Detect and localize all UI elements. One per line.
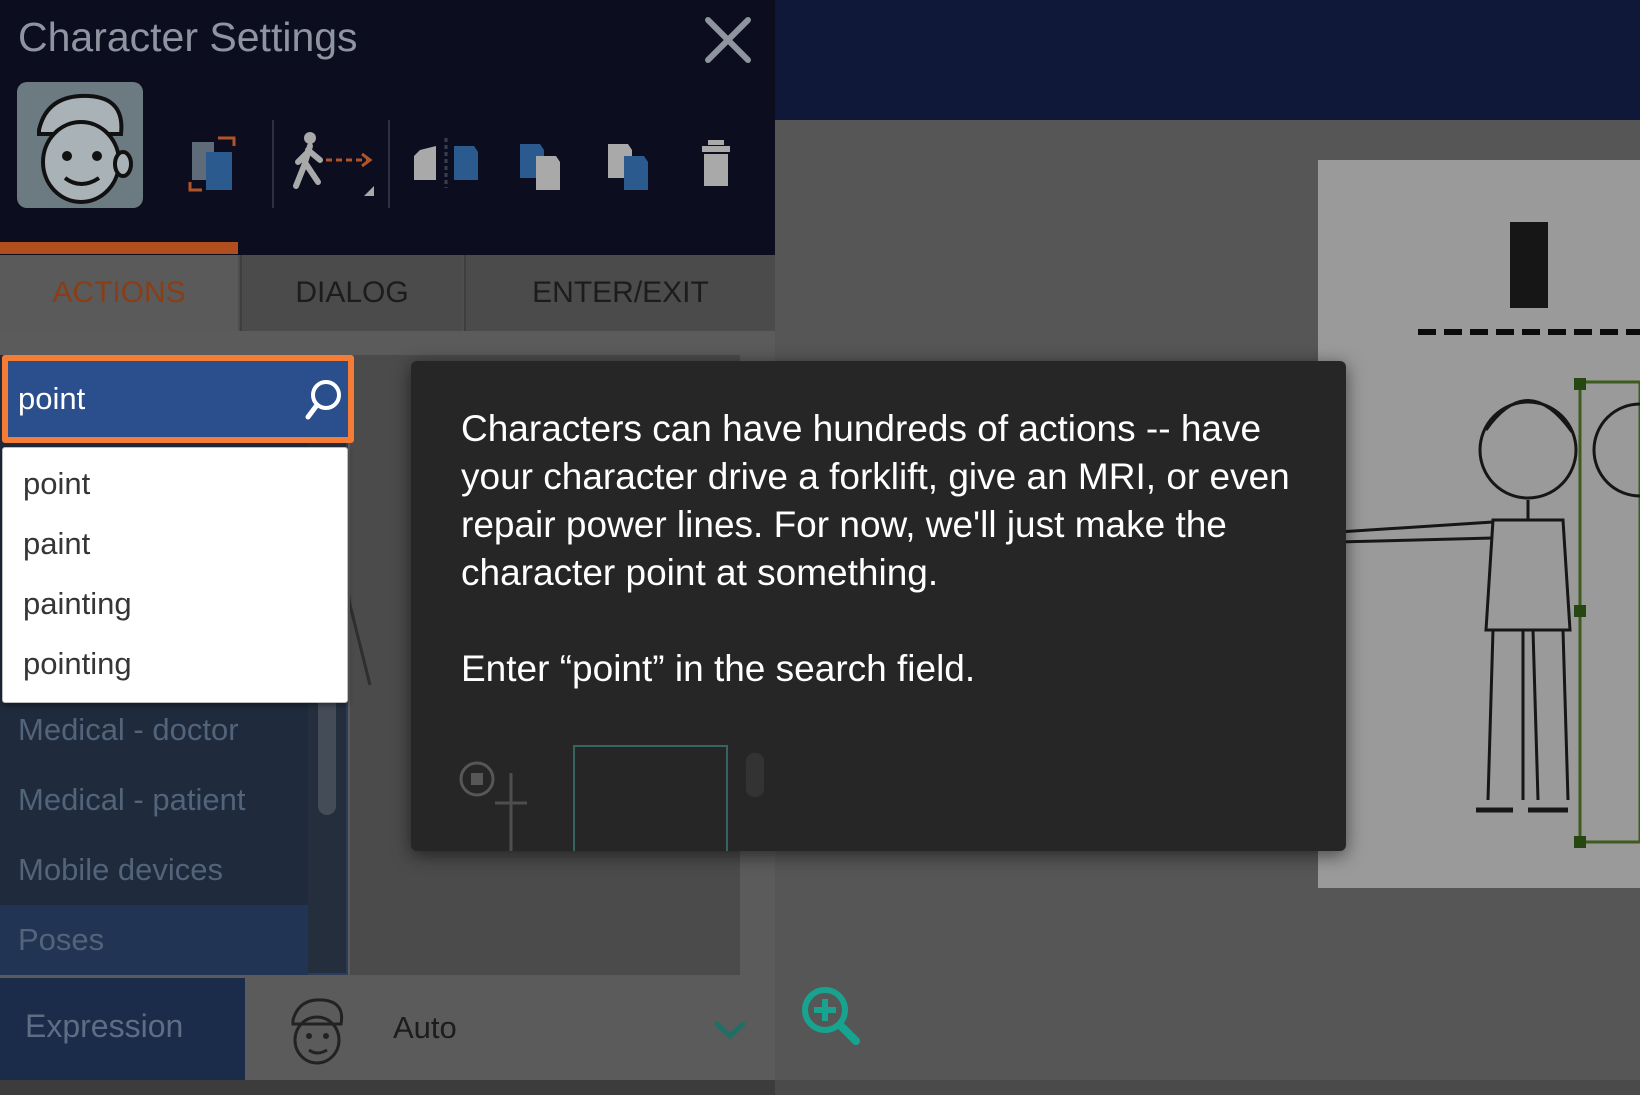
action-search-input[interactable] xyxy=(18,371,298,427)
close-icon xyxy=(705,17,751,63)
faded-thumbnail-icon xyxy=(459,761,527,851)
tutorial-tooltip: Characters can have hundreds of actions … xyxy=(411,361,1346,851)
category-item-mobile-devices[interactable]: Mobile devices xyxy=(0,835,308,905)
walk-motion-icon xyxy=(293,132,374,196)
toolbar-separator xyxy=(272,120,274,208)
expression-label: Expression xyxy=(25,1008,184,1044)
stage-top-bar xyxy=(775,0,1640,120)
expression-dropdown[interactable]: Auto xyxy=(245,978,775,1080)
zoom-in-icon xyxy=(802,987,860,1045)
category-item-medical-patient[interactable]: Medical - patient xyxy=(0,765,308,835)
expression-value: Auto xyxy=(393,1010,457,1045)
tab-actions[interactable]: ACTIONS xyxy=(0,255,238,331)
action-search-box xyxy=(2,355,354,443)
chevron-down-icon xyxy=(714,1021,746,1040)
panel-header: Character Settings xyxy=(0,0,775,255)
trash-icon xyxy=(702,140,730,186)
suggestion-item-paint[interactable]: paint xyxy=(23,526,90,562)
character-face-icon xyxy=(37,93,133,204)
tooltip-instruction: Enter “point” in the search field. xyxy=(461,648,976,689)
zoom-in-button[interactable] xyxy=(800,985,862,1047)
suggestion-item-pointing[interactable]: pointing xyxy=(23,646,132,682)
stage-bottom-strip xyxy=(775,1080,1640,1095)
split-pages-button[interactable] xyxy=(410,130,482,200)
scene-characters xyxy=(1336,222,1640,848)
swap-pages-icon xyxy=(188,136,236,192)
copy-page-icon xyxy=(520,144,560,190)
paste-page-icon xyxy=(608,144,648,190)
category-item-poses[interactable]: Poses xyxy=(0,905,308,975)
paste-page-button[interactable] xyxy=(602,130,662,200)
tab-dialog[interactable]: DIALOG xyxy=(240,255,462,331)
active-tab-indicator xyxy=(0,242,238,254)
suggestion-item-point[interactable]: point xyxy=(23,466,90,502)
toolbar-separator xyxy=(388,120,390,208)
split-pages-icon xyxy=(414,138,478,188)
scene-sign-block xyxy=(1510,222,1548,308)
faded-scrollbar xyxy=(746,753,764,797)
expression-section: Expression xyxy=(0,978,245,1080)
expression-face-icon xyxy=(291,998,344,1065)
tooltip-paragraph: Characters can have hundreds of actions … xyxy=(461,408,1290,593)
delete-button[interactable] xyxy=(694,130,754,200)
search-suggestions: point paint painting pointing xyxy=(2,447,348,703)
suggestion-item-painting[interactable]: painting xyxy=(23,586,132,622)
faded-selected-thumbnail xyxy=(573,745,728,851)
close-button[interactable] xyxy=(700,12,756,68)
panel-tabs: ACTIONS DIALOG ENTER/EXIT xyxy=(0,255,775,331)
search-icon[interactable] xyxy=(304,377,344,421)
panel-title: Character Settings xyxy=(18,14,358,60)
category-item-medical-doctor[interactable]: Medical - doctor xyxy=(0,695,308,765)
character-avatar[interactable] xyxy=(17,82,143,208)
scene-canvas[interactable] xyxy=(1318,160,1640,888)
tab-enter-exit[interactable]: ENTER/EXIT xyxy=(464,255,775,331)
swap-pages-button[interactable] xyxy=(186,130,246,200)
copy-page-button[interactable] xyxy=(514,130,574,200)
walk-motion-button[interactable] xyxy=(290,130,374,200)
